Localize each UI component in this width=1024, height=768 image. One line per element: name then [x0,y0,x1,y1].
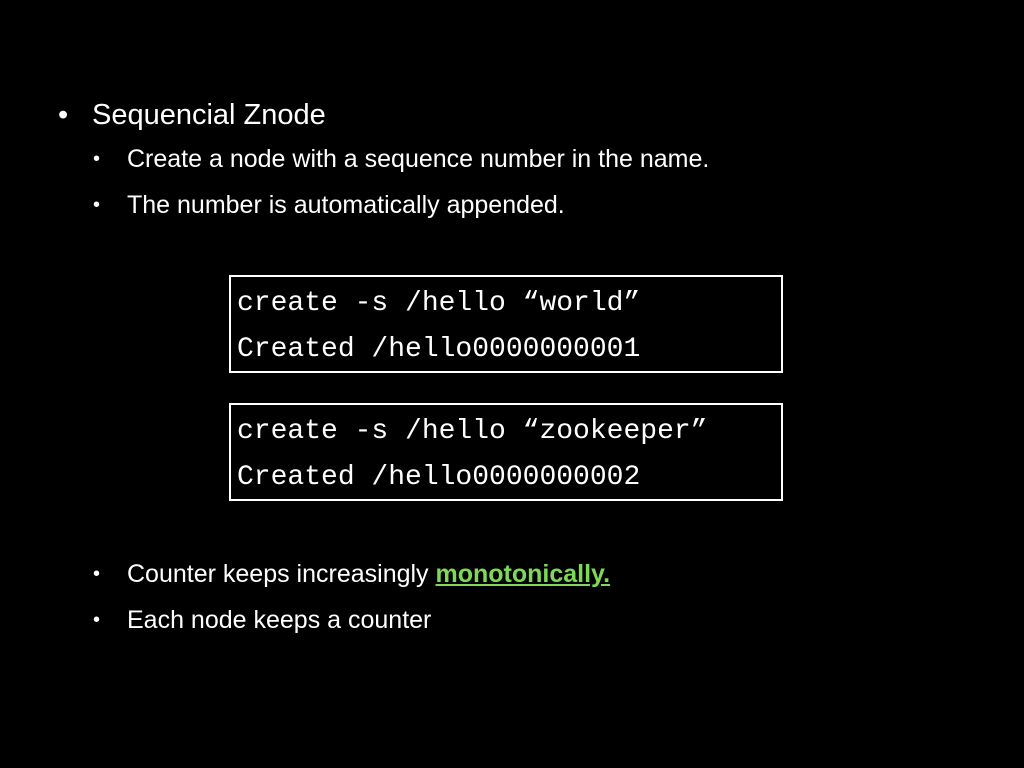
code-box-zookeeper: create -s /hello “zookeeper” Created /he… [229,403,783,501]
code-command: create -s /hello “zookeeper” [237,416,708,447]
sub-bullet-text: Each node keeps a counter [127,606,432,634]
sub-bullet-text: The number is automatically appended. [127,191,565,219]
code-box-world: create -s /hello “world” Created /hello0… [229,275,783,373]
bullet-dot: • [93,609,101,631]
monotonically-highlight: monotonically. [435,560,611,588]
code-output: Created /hello0000000002 [237,462,641,493]
title-bullet-text: Sequencial Znode [92,99,326,131]
sub-bullet-plain-text: Counter keeps increasingly [127,560,436,588]
code-output: Created /hello0000000001 [237,334,641,365]
bullet-dot: • [93,148,101,170]
bullet-dot: • [58,99,69,131]
code-command: create -s /hello “world” [237,288,641,319]
bullet-dot: • [93,563,101,585]
sub-bullet-text: Create a node with a sequence number in … [127,145,710,173]
sub-bullet-text: Counter keeps increasingly monotonically… [127,560,610,588]
bullet-dot: • [93,194,101,216]
